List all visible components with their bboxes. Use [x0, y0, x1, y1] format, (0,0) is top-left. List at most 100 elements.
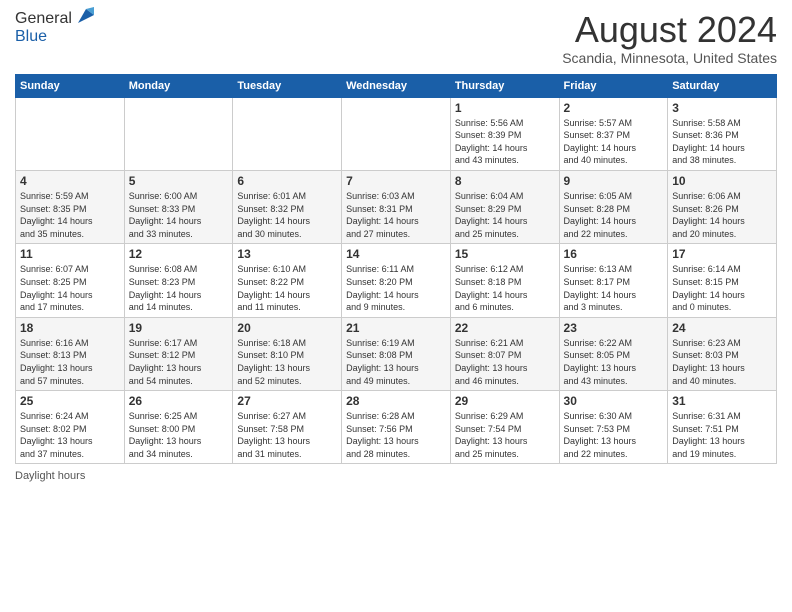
day-info: Sunrise: 6:23 AM Sunset: 8:03 PM Dayligh… [672, 337, 772, 387]
table-row: 3Sunrise: 5:58 AM Sunset: 8:36 PM Daylig… [668, 97, 777, 170]
day-info: Sunrise: 6:21 AM Sunset: 8:07 PM Dayligh… [455, 337, 555, 387]
day-info: Sunrise: 6:06 AM Sunset: 8:26 PM Dayligh… [672, 190, 772, 240]
day-info: Sunrise: 6:14 AM Sunset: 8:15 PM Dayligh… [672, 263, 772, 313]
calendar-week-row: 11 Sunrise: 6:07 AM Sunset: 8:25 PM Dayli… [16, 244, 777, 317]
table-row: 2Sunrise: 5:57 AM Sunset: 8:37 PM Daylig… [559, 97, 668, 170]
table-row: 26Sunrise: 6:25 AM Sunset: 8:00 PM Dayli… [124, 391, 233, 464]
col-saturday: Saturday [668, 74, 777, 97]
table-row: 16Sunrise: 6:13 AM Sunset: 8:17 PM Dayli… [559, 244, 668, 317]
table-row: 9Sunrise: 6:05 AM Sunset: 8:28 PM Daylig… [559, 170, 668, 243]
col-tuesday: Tuesday [233, 74, 342, 97]
day-number: 13 [237, 247, 337, 261]
logo-blue-text: Blue [15, 28, 98, 46]
day-info: Sunrise: 6:00 AM Sunset: 8:33 PM Dayligh… [129, 190, 229, 240]
calendar-week-row: 18 Sunrise: 6:16 AM Sunset: 8:13 PM Dayli… [16, 317, 777, 390]
table-row: 6 Sunrise: 6:01 AM Sunset: 8:32 PM Daylig… [233, 170, 342, 243]
day-info: Sunrise: 6:12 AM Sunset: 8:18 PM Dayligh… [455, 263, 555, 313]
page: General Blue August 2024 Scandia, Minnes… [0, 0, 792, 612]
day-number: 28 [346, 394, 446, 408]
calendar: Sunday Monday Tuesday Wednesday Thursday… [15, 74, 777, 465]
header: General Blue August 2024 Scandia, Minnes… [15, 10, 777, 66]
day-info: Sunrise: 6:27 AM Sunset: 7:58 PM Dayligh… [237, 410, 337, 460]
day-info: Sunrise: 6:13 AM Sunset: 8:17 PM Dayligh… [564, 263, 664, 313]
day-number: 4 [20, 174, 120, 188]
logo-general-text: General [15, 10, 72, 28]
table-row: 23 Sunrise: 6:22 AM Sunset: 8:05 PM Dayli… [559, 317, 668, 390]
day-number: 18 [20, 321, 120, 335]
col-sunday: Sunday [16, 74, 125, 97]
day-number: 5 [129, 174, 229, 188]
day-info: Sunrise: 6:28 AM Sunset: 7:56 PM Dayligh… [346, 410, 446, 460]
day-info: Sunrise: 6:22 AM Sunset: 8:05 PM Dayligh… [564, 337, 664, 387]
table-row: 10Sunrise: 6:06 AM Sunset: 8:26 PM Dayli… [668, 170, 777, 243]
day-number: 24 [672, 321, 772, 335]
day-number: 9 [564, 174, 664, 188]
day-number: 11 [20, 247, 120, 261]
day-number: 2 [564, 101, 664, 115]
day-info: Sunrise: 5:59 AM Sunset: 8:35 PM Dayligh… [20, 190, 120, 240]
table-row: 4 Sunrise: 5:59 AM Sunset: 8:35 PM Daylig… [16, 170, 125, 243]
table-row: 24 Sunrise: 6:23 AM Sunset: 8:03 PM Dayli… [668, 317, 777, 390]
col-thursday: Thursday [450, 74, 559, 97]
table-row: 14 Sunrise: 6:11 AM Sunset: 8:20 PM Dayli… [342, 244, 451, 317]
day-number: 31 [672, 394, 772, 408]
table-row: 25 Sunrise: 6:24 AM Sunset: 8:02 PM Dayli… [16, 391, 125, 464]
table-row: 12 Sunrise: 6:08 AM Sunset: 8:23 PM Dayli… [124, 244, 233, 317]
table-row: 15Sunrise: 6:12 AM Sunset: 8:18 PM Dayli… [450, 244, 559, 317]
day-number: 21 [346, 321, 446, 335]
logo: General Blue [15, 10, 98, 46]
day-info: Sunrise: 6:16 AM Sunset: 8:13 PM Dayligh… [20, 337, 120, 387]
day-number: 8 [455, 174, 555, 188]
day-info: Sunrise: 6:03 AM Sunset: 8:31 PM Dayligh… [346, 190, 446, 240]
footer: Daylight hours [15, 470, 777, 482]
table-row: 13 Sunrise: 6:10 AM Sunset: 8:22 PM Dayli… [233, 244, 342, 317]
table-row [342, 97, 451, 170]
table-row: 27 Sunrise: 6:27 AM Sunset: 7:58 PM Dayli… [233, 391, 342, 464]
day-number: 23 [564, 321, 664, 335]
day-info: Sunrise: 6:08 AM Sunset: 8:23 PM Dayligh… [129, 263, 229, 313]
calendar-week-row: 4 Sunrise: 5:59 AM Sunset: 8:35 PM Daylig… [16, 170, 777, 243]
table-row: 20Sunrise: 6:18 AM Sunset: 8:10 PM Dayli… [233, 317, 342, 390]
table-row: 18 Sunrise: 6:16 AM Sunset: 8:13 PM Dayli… [16, 317, 125, 390]
day-info: Sunrise: 6:24 AM Sunset: 8:02 PM Dayligh… [20, 410, 120, 460]
table-row: 22Sunrise: 6:21 AM Sunset: 8:07 PM Dayli… [450, 317, 559, 390]
day-number: 14 [346, 247, 446, 261]
table-row: 7Sunrise: 6:03 AM Sunset: 8:31 PM Daylig… [342, 170, 451, 243]
day-info: Sunrise: 6:07 AM Sunset: 8:25 PM Dayligh… [20, 263, 120, 313]
table-row: 30 Sunrise: 6:30 AM Sunset: 7:53 PM Dayli… [559, 391, 668, 464]
col-monday: Monday [124, 74, 233, 97]
table-row: 28 Sunrise: 6:28 AM Sunset: 7:56 PM Dayli… [342, 391, 451, 464]
table-row: 21 Sunrise: 6:19 AM Sunset: 8:08 PM Dayli… [342, 317, 451, 390]
table-row: 31 Sunrise: 6:31 AM Sunset: 7:51 PM Dayli… [668, 391, 777, 464]
table-row: 5 Sunrise: 6:00 AM Sunset: 8:33 PM Daylig… [124, 170, 233, 243]
day-number: 25 [20, 394, 120, 408]
month-title: August 2024 [562, 10, 777, 50]
day-number: 29 [455, 394, 555, 408]
day-info: Sunrise: 6:31 AM Sunset: 7:51 PM Dayligh… [672, 410, 772, 460]
title-block: August 2024 Scandia, Minnesota, United S… [562, 10, 777, 66]
col-friday: Friday [559, 74, 668, 97]
day-info: Sunrise: 6:11 AM Sunset: 8:20 PM Dayligh… [346, 263, 446, 313]
day-number: 30 [564, 394, 664, 408]
table-row: 1Sunrise: 5:56 AM Sunset: 8:39 PM Daylig… [450, 97, 559, 170]
day-number: 27 [237, 394, 337, 408]
day-info: Sunrise: 5:56 AM Sunset: 8:39 PM Dayligh… [455, 117, 555, 167]
calendar-week-row: 1Sunrise: 5:56 AM Sunset: 8:39 PM Daylig… [16, 97, 777, 170]
location: Scandia, Minnesota, United States [562, 50, 777, 66]
logo-icon [74, 3, 98, 27]
day-info: Sunrise: 6:10 AM Sunset: 8:22 PM Dayligh… [237, 263, 337, 313]
day-info: Sunrise: 6:30 AM Sunset: 7:53 PM Dayligh… [564, 410, 664, 460]
day-info: Sunrise: 6:01 AM Sunset: 8:32 PM Dayligh… [237, 190, 337, 240]
table-row [233, 97, 342, 170]
day-number: 17 [672, 247, 772, 261]
day-info: Sunrise: 6:18 AM Sunset: 8:10 PM Dayligh… [237, 337, 337, 387]
day-number: 12 [129, 247, 229, 261]
weekday-header-row: Sunday Monday Tuesday Wednesday Thursday… [16, 74, 777, 97]
day-info: Sunrise: 6:17 AM Sunset: 8:12 PM Dayligh… [129, 337, 229, 387]
day-number: 6 [237, 174, 337, 188]
day-info: Sunrise: 6:19 AM Sunset: 8:08 PM Dayligh… [346, 337, 446, 387]
col-wednesday: Wednesday [342, 74, 451, 97]
day-number: 3 [672, 101, 772, 115]
table-row [16, 97, 125, 170]
day-number: 19 [129, 321, 229, 335]
